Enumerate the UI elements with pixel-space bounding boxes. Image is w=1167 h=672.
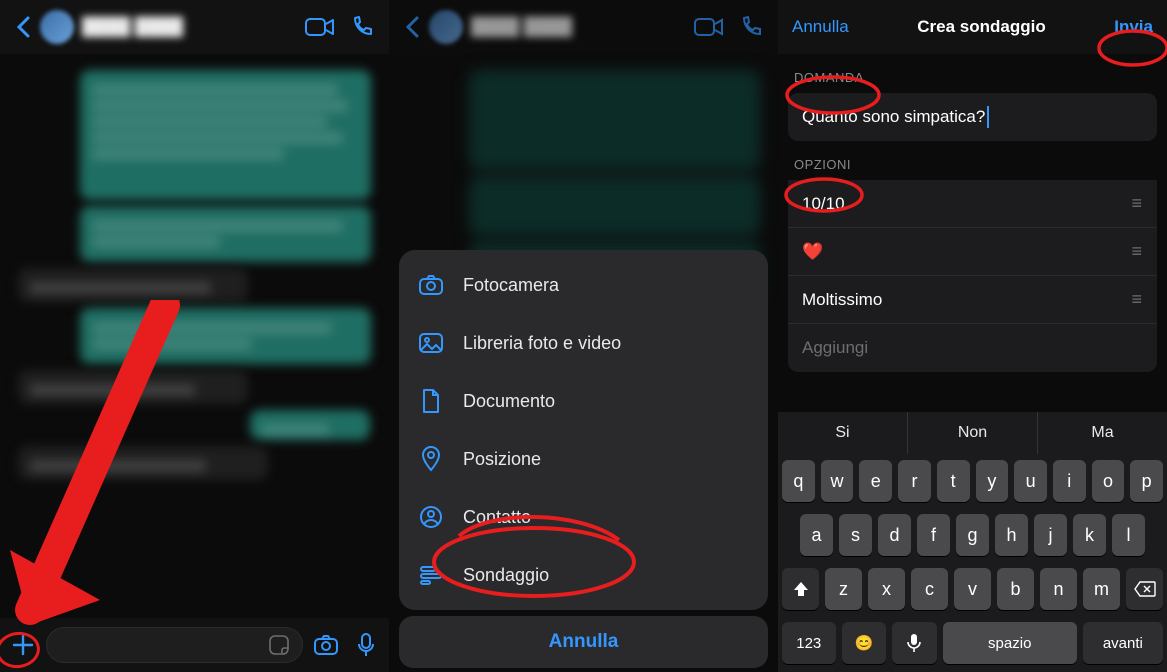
- create-poll-body[interactable]: DOMANDA Quanto sono simpatica? OPZIONI 1…: [778, 54, 1167, 412]
- document-icon: [417, 387, 445, 415]
- key[interactable]: x: [868, 568, 905, 610]
- cancel-button[interactable]: Annulla: [792, 17, 849, 37]
- suggestion[interactable]: Ma: [1038, 412, 1167, 454]
- option-add[interactable]: Aggiungi: [788, 324, 1157, 372]
- panel-chat: ████ ████: [0, 0, 389, 672]
- key[interactable]: n: [1040, 568, 1077, 610]
- drag-handle-icon[interactable]: ≡: [1131, 241, 1143, 262]
- sheet-camera[interactable]: Fotocamera: [399, 256, 768, 314]
- drag-handle-icon[interactable]: ≡: [1131, 289, 1143, 310]
- question-input[interactable]: Quanto sono simpatica?: [788, 93, 1157, 141]
- key[interactable]: z: [825, 568, 862, 610]
- chat-header: ████ ████: [0, 0, 389, 54]
- option-row[interactable]: ❤️ ≡: [788, 228, 1157, 276]
- key[interactable]: q: [782, 460, 815, 502]
- send-button[interactable]: Invia: [1114, 17, 1153, 37]
- sheet-cancel-button[interactable]: Annulla: [399, 616, 768, 668]
- chat-input-bar: [0, 618, 389, 672]
- option-row[interactable]: 10/10 ≡: [788, 180, 1157, 228]
- video-call-icon[interactable]: [688, 6, 730, 48]
- avatar[interactable]: [40, 10, 74, 44]
- voice-call-icon[interactable]: [730, 6, 772, 48]
- sheet-contact[interactable]: Contatto: [399, 488, 768, 546]
- key[interactable]: r: [898, 460, 931, 502]
- poll-icon: [417, 561, 445, 589]
- question-label: DOMANDA: [778, 54, 1167, 93]
- suggestion[interactable]: Si: [778, 412, 908, 454]
- avatar: [429, 10, 463, 44]
- space-key[interactable]: spazio: [943, 622, 1077, 664]
- page-title: Crea sondaggio: [917, 17, 1045, 37]
- sticker-icon[interactable]: [268, 634, 290, 656]
- key[interactable]: i: [1053, 460, 1086, 502]
- key[interactable]: p: [1130, 460, 1163, 502]
- contact-name[interactable]: ████ ████: [82, 17, 191, 37]
- location-icon: [417, 445, 445, 473]
- label: Sondaggio: [463, 565, 549, 586]
- create-poll-header: Annulla Crea sondaggio Invia: [778, 0, 1167, 54]
- mic-key[interactable]: [892, 622, 937, 664]
- label: Fotocamera: [463, 275, 559, 296]
- contact-name: ████ ████: [471, 17, 580, 37]
- panel-attachment-sheet: ████ ████ Fotocamera Libreria foto e vid…: [389, 0, 778, 672]
- sheet-location[interactable]: Posizione: [399, 430, 768, 488]
- key[interactable]: t: [937, 460, 970, 502]
- keyboard-suggestions: Si Non Ma: [778, 412, 1167, 454]
- label: Posizione: [463, 449, 541, 470]
- key[interactable]: m: [1083, 568, 1120, 610]
- drag-handle-icon[interactable]: ≡: [1131, 193, 1143, 214]
- mic-icon[interactable]: [349, 628, 383, 662]
- voice-call-icon[interactable]: [341, 6, 383, 48]
- key[interactable]: f: [917, 514, 950, 556]
- back-button[interactable]: [395, 10, 429, 44]
- sheet-library[interactable]: Libreria foto e video: [399, 314, 768, 372]
- keyboard: Si Non Ma q w e r t y u i o p a s d f g …: [778, 412, 1167, 672]
- contact-icon: [417, 503, 445, 531]
- key[interactable]: y: [976, 460, 1009, 502]
- key[interactable]: o: [1092, 460, 1125, 502]
- backspace-key[interactable]: [1126, 568, 1163, 610]
- key[interactable]: j: [1034, 514, 1067, 556]
- key[interactable]: s: [839, 514, 872, 556]
- chat-messages[interactable]: [0, 54, 389, 618]
- key[interactable]: g: [956, 514, 989, 556]
- keyboard-row: q w e r t y u i o p: [778, 454, 1167, 508]
- label: Documento: [463, 391, 555, 412]
- keyboard-row: a s d f g h j k l: [778, 508, 1167, 562]
- key[interactable]: b: [997, 568, 1034, 610]
- message-input[interactable]: [46, 627, 303, 663]
- panel-create-poll: Annulla Crea sondaggio Invia DOMANDA Qua…: [778, 0, 1167, 672]
- key[interactable]: e: [859, 460, 892, 502]
- back-button[interactable]: [6, 10, 40, 44]
- return-key[interactable]: avanti: [1083, 622, 1163, 664]
- key[interactable]: c: [911, 568, 948, 610]
- video-call-icon[interactable]: [299, 6, 341, 48]
- image-icon: [417, 329, 445, 357]
- camera-icon: [417, 271, 445, 299]
- shift-key[interactable]: [782, 568, 819, 610]
- keyboard-row: 123 😊 spazio avanti: [778, 616, 1167, 670]
- chat-header: ████ ████: [389, 0, 778, 54]
- key[interactable]: d: [878, 514, 911, 556]
- option-row[interactable]: Moltissimo ≡: [788, 276, 1157, 324]
- attachment-sheet: Fotocamera Libreria foto e video Documen…: [399, 250, 768, 610]
- suggestion[interactable]: Non: [908, 412, 1038, 454]
- label: Libreria foto e video: [463, 333, 621, 354]
- label: Contatto: [463, 507, 531, 528]
- camera-icon[interactable]: [309, 628, 343, 662]
- key[interactable]: u: [1014, 460, 1047, 502]
- key[interactable]: h: [995, 514, 1028, 556]
- sheet-document[interactable]: Documento: [399, 372, 768, 430]
- key[interactable]: w: [821, 460, 854, 502]
- sheet-poll[interactable]: Sondaggio: [399, 546, 768, 604]
- key[interactable]: l: [1112, 514, 1145, 556]
- numbers-key[interactable]: 123: [782, 622, 836, 664]
- plus-icon[interactable]: [6, 628, 40, 662]
- keyboard-row: z x c v b n m: [778, 562, 1167, 616]
- key[interactable]: k: [1073, 514, 1106, 556]
- key[interactable]: a: [800, 514, 833, 556]
- emoji-key[interactable]: 😊: [842, 622, 887, 664]
- key[interactable]: v: [954, 568, 991, 610]
- options-label: OPZIONI: [778, 141, 1167, 180]
